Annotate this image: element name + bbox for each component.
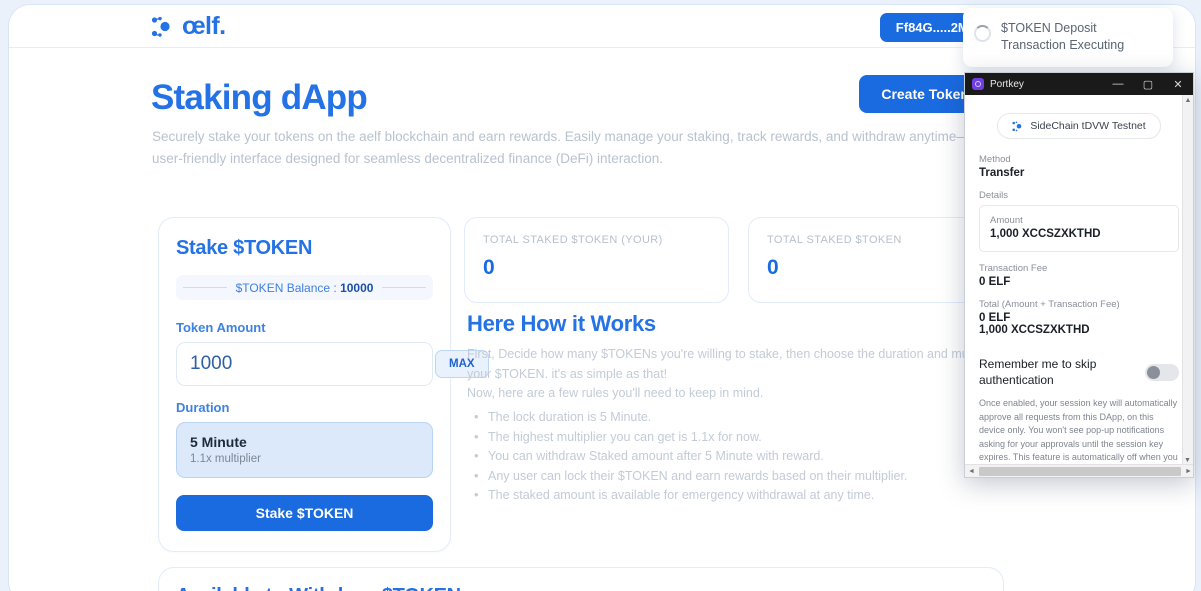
list-item: You can withdraw Staked amount after 5 M… (471, 446, 1031, 467)
scroll-up-icon[interactable]: ▲ (1183, 95, 1193, 106)
stat-value: 0 (767, 256, 779, 279)
screen: œlf. Ff84G.....2M6 Staking dApp Securely… (0, 0, 1201, 591)
minimize-icon[interactable]: — (1103, 73, 1133, 95)
list-item: The highest multiplier you can get is 1.… (471, 427, 1031, 448)
list-item: Any user can lock their $TOKEN and earn … (471, 466, 1031, 487)
duration-multiplier: 1.1x multiplier (190, 453, 261, 465)
stat-value: 0 (483, 256, 495, 279)
aelf-logo-icon (151, 16, 170, 37)
loading-spinner-icon (974, 25, 991, 42)
how-it-works-rules: The lock duration is 5 Minute. The highe… (471, 407, 1031, 506)
details-group: Details Amount 1,000 XCCSZXKTHD (979, 190, 1179, 252)
method-label: Method (979, 154, 1011, 165)
balance-label: $TOKEN Balance : (235, 280, 341, 295)
toast-message: $TOKEN Deposit Transaction Executing (1001, 21, 1125, 52)
total-label: Total (Amount + Transaction Fee) (979, 299, 1120, 310)
vertical-scrollbar[interactable]: ▲ (1182, 95, 1193, 466)
duration-label: Duration (176, 400, 230, 415)
close-icon[interactable]: ✕ (1163, 73, 1193, 95)
amount-value: 1,000 XCCSZXKTHD (990, 228, 1101, 240)
page-title: Staking dApp (151, 78, 368, 117)
brand-logo[interactable]: œlf. (151, 12, 226, 41)
remember-me-label: Remember me to skip authentication (979, 357, 1097, 387)
balance-rule-right (382, 287, 427, 288)
page-description: Securely stake your tokens on the aelf b… (152, 129, 1023, 166)
chain-badge: SideChain tDVW Testnet (997, 113, 1161, 139)
total-value-elf: 0 ELF (979, 312, 1011, 324)
portkey-logo-icon (972, 78, 984, 90)
amount-label: Amount (990, 215, 1023, 226)
token-amount-label: Token Amount (176, 320, 266, 335)
horizontal-scroll-thumb[interactable] (979, 466, 1181, 476)
stat-card-your-staked: TOTAL STAKED $TOKEN (YOUR) 0 (464, 217, 729, 303)
total-value-token: 1,000 XCCSZXKTHD (979, 324, 1090, 336)
horizontal-scrollbar[interactable]: ◄ ► (965, 464, 1193, 477)
fee-group: Transaction Fee 0 ELF (979, 263, 1179, 288)
duration-value: 5 Minute (190, 434, 247, 450)
window-controls: — ▢ ✕ (1103, 73, 1193, 95)
withdraw-panel: Available to Withdraw $TOKEN Amount Mult… (158, 567, 1004, 591)
remember-me-toggle[interactable] (1145, 363, 1179, 381)
stat-label: TOTAL STAKED $TOKEN (YOUR) (483, 234, 663, 246)
stat-label: TOTAL STAKED $TOKEN (767, 234, 902, 246)
balance-rule-left (182, 287, 227, 288)
scroll-left-icon[interactable]: ◄ (965, 468, 978, 475)
list-item: The lock duration is 5 Minute. (471, 407, 1031, 428)
total-group: Total (Amount + Transaction Fee) 0 ELF 1… (979, 299, 1179, 336)
token-amount-field[interactable]: MAX (176, 342, 489, 386)
method-value: Transfer (979, 167, 1025, 179)
token-balance-pill: $TOKEN Balance : 10000 (176, 275, 433, 300)
details-label: Details (979, 190, 1009, 201)
brand-name: œlf. (182, 12, 226, 40)
details-box: Amount 1,000 XCCSZXKTHD (979, 205, 1179, 252)
token-amount-input[interactable] (190, 353, 435, 375)
stake-card: Stake $TOKEN $TOKEN Balance : 10000 Toke… (158, 217, 489, 552)
portkey-window-title: Portkey (990, 78, 1024, 90)
portkey-content: SideChain tDVW Testnet Method Transfer D… (965, 95, 1193, 477)
duration-option[interactable]: 5 Minute 1.1x multiplier (176, 422, 433, 478)
list-item: The staked amount is available for emerg… (471, 485, 1031, 506)
transaction-toast: $TOKEN Deposit Transaction Executing (963, 8, 1173, 67)
how-it-works-title: Here How it Works (467, 311, 656, 336)
fee-value: 0 ELF (979, 276, 1011, 288)
remember-me-row: Remember me to skip authentication (979, 356, 1179, 388)
withdraw-panel-title: Available to Withdraw $TOKEN (176, 585, 986, 591)
fee-label: Transaction Fee (979, 263, 1048, 274)
stake-submit-button[interactable]: Stake $TOKEN (176, 495, 433, 531)
balance-value: 10000 (340, 280, 374, 295)
portkey-title-bar[interactable]: Portkey — ▢ ✕ (965, 73, 1193, 95)
balance-text: $TOKEN Balance : 10000 (236, 281, 374, 295)
aelf-chain-icon (1012, 120, 1022, 131)
scroll-right-icon[interactable]: ► (1182, 468, 1193, 475)
maximize-icon[interactable]: ▢ (1133, 73, 1163, 95)
portkey-wallet-window: Portkey — ▢ ✕ SideChain tDVW Testnet Met (964, 72, 1194, 478)
method-group: Method Transfer (979, 154, 1179, 179)
how-it-works-paragraph: First, Decide how many $TOKENs you're wi… (467, 347, 1019, 400)
stake-card-title: Stake $TOKEN (176, 237, 313, 259)
chain-name: SideChain tDVW Testnet (1030, 120, 1146, 132)
